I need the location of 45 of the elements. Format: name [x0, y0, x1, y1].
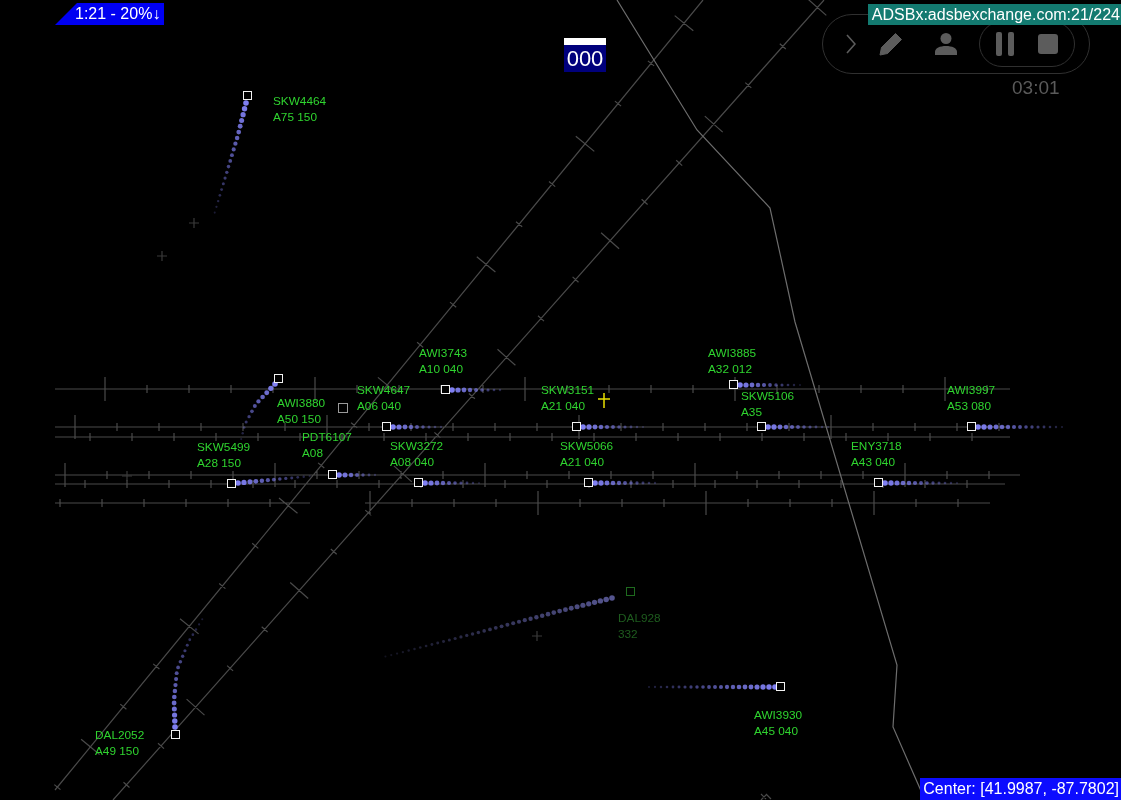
callsign-label: AWI3930 [754, 707, 803, 723]
callsign-label: SKW3272 [390, 438, 444, 454]
callsign-label: AWI3743 [419, 345, 468, 361]
callsign-label: SKW5066 [560, 438, 614, 454]
flight-data-label: A45 040 [754, 723, 799, 739]
flight-data-label: A28 150 [197, 455, 242, 471]
flight-data-label: A43 040 [851, 454, 896, 470]
flight-data-label: A32 012 [708, 361, 753, 377]
pause-icon [996, 32, 1014, 56]
flight-data-label: A75 150 [273, 109, 318, 125]
flight-data-label: A49 150 [95, 743, 140, 759]
track-dots [240, 381, 278, 441]
flight-data-label: A21 040 [560, 454, 605, 470]
plus-marker-icon [598, 393, 610, 408]
stop-icon [1038, 34, 1058, 54]
flight-data-label: A35 [741, 404, 763, 420]
squawk-code[interactable]: 000 [564, 38, 606, 72]
flight-data-label: A08 [302, 445, 324, 461]
status-badge: 1:21 - 20%↓ [55, 3, 165, 25]
center-coordinates: Center: [41.9987, -87.7802] [920, 778, 1121, 800]
callsign-label: SKW4647 [357, 382, 411, 398]
person-icon [935, 33, 957, 55]
pencil-icon [878, 31, 904, 57]
callsign-label: AWI3880 [277, 395, 326, 411]
flight-data-label: A08 040 [390, 454, 435, 470]
callsign-label: SKW3151 [541, 382, 595, 398]
callsign-label: PDT6107 [302, 429, 352, 445]
flight-data-label: A21 040 [541, 398, 586, 414]
callsign-label: AWI3997 [947, 382, 996, 398]
flight-data-label: A50 150 [277, 411, 322, 427]
target-square-icon [338, 403, 348, 413]
callsign-label: DAL928 [618, 610, 661, 626]
chevron-right-icon [846, 34, 856, 54]
callsign-label: SKW5499 [197, 439, 251, 455]
callsign-label: ENY3718 [851, 438, 902, 454]
callsign-label: SKW4464 [273, 93, 327, 109]
flight-data-label: A06 040 [357, 398, 402, 414]
feed-label: ADSBx:adsbexchange.com:21/224 [867, 4, 1121, 25]
flight-data-label: A10 040 [419, 361, 464, 377]
recording-timer: 03:01 [1012, 77, 1060, 99]
callsign-label: AWI3885 [708, 345, 757, 361]
callsign-label: DAL2052 [95, 727, 145, 743]
flight-data-label: A53 080 [947, 398, 992, 414]
callsign-label: SKW5106 [741, 388, 795, 404]
flight-data-label: 332 [618, 626, 639, 642]
